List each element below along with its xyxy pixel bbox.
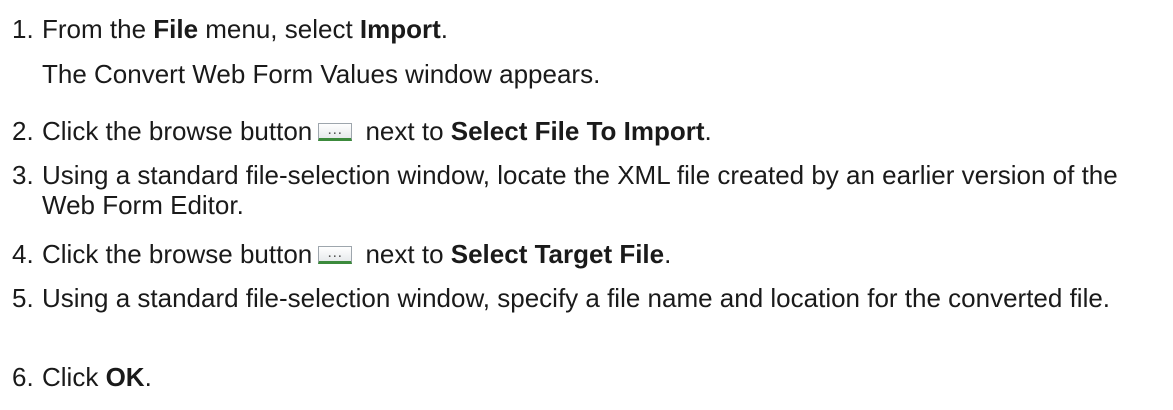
step-text-part: . [704,116,712,146]
select-target-file-label: Select Target File [450,239,665,269]
step-note: The Convert Web Form Values window appea… [42,59,601,89]
step-text-part: next to [358,116,451,146]
step-number: 2. [12,116,34,146]
step-text-part: menu, select [198,14,360,44]
step-text: Using a standard file-selection window, … [42,160,1118,220]
step-text: Click OK. [42,362,1167,392]
ellipsis-icon: … [326,121,344,138]
ok-button-label: OK [105,362,145,392]
step-number: 3. [12,160,34,190]
step-text-part: Click [42,362,106,392]
step-number: 6. [12,362,34,392]
ellipsis-icon: … [326,244,344,261]
step-number: 4. [12,239,34,269]
step-text-part: . [440,14,449,44]
browse-button-icon: … [318,244,353,264]
step-text-part: Click the browse button [42,116,313,146]
step-text: From the File menu, select Import. [42,14,1167,44]
step-text: Using a standard file-selection window, … [42,283,1111,313]
select-file-to-import-label: Select File To Import [450,116,705,146]
step-text: Click the browse button … next to Select … [42,239,1167,269]
file-menu-label: File [153,14,199,44]
browse-button-icon: … [318,121,353,141]
step-text-part: . [144,362,152,392]
step-number: 5. [12,283,34,313]
step-number: 1. [12,14,34,44]
import-menu-item-label: Import [359,14,441,44]
step-text-part: . [664,239,672,269]
step-text-part: From the [42,14,154,44]
step-text: Click the browse button … next to Select … [42,116,1167,146]
step-text-part: next to [358,239,451,269]
step-text-part: Click the browse button [42,239,313,269]
